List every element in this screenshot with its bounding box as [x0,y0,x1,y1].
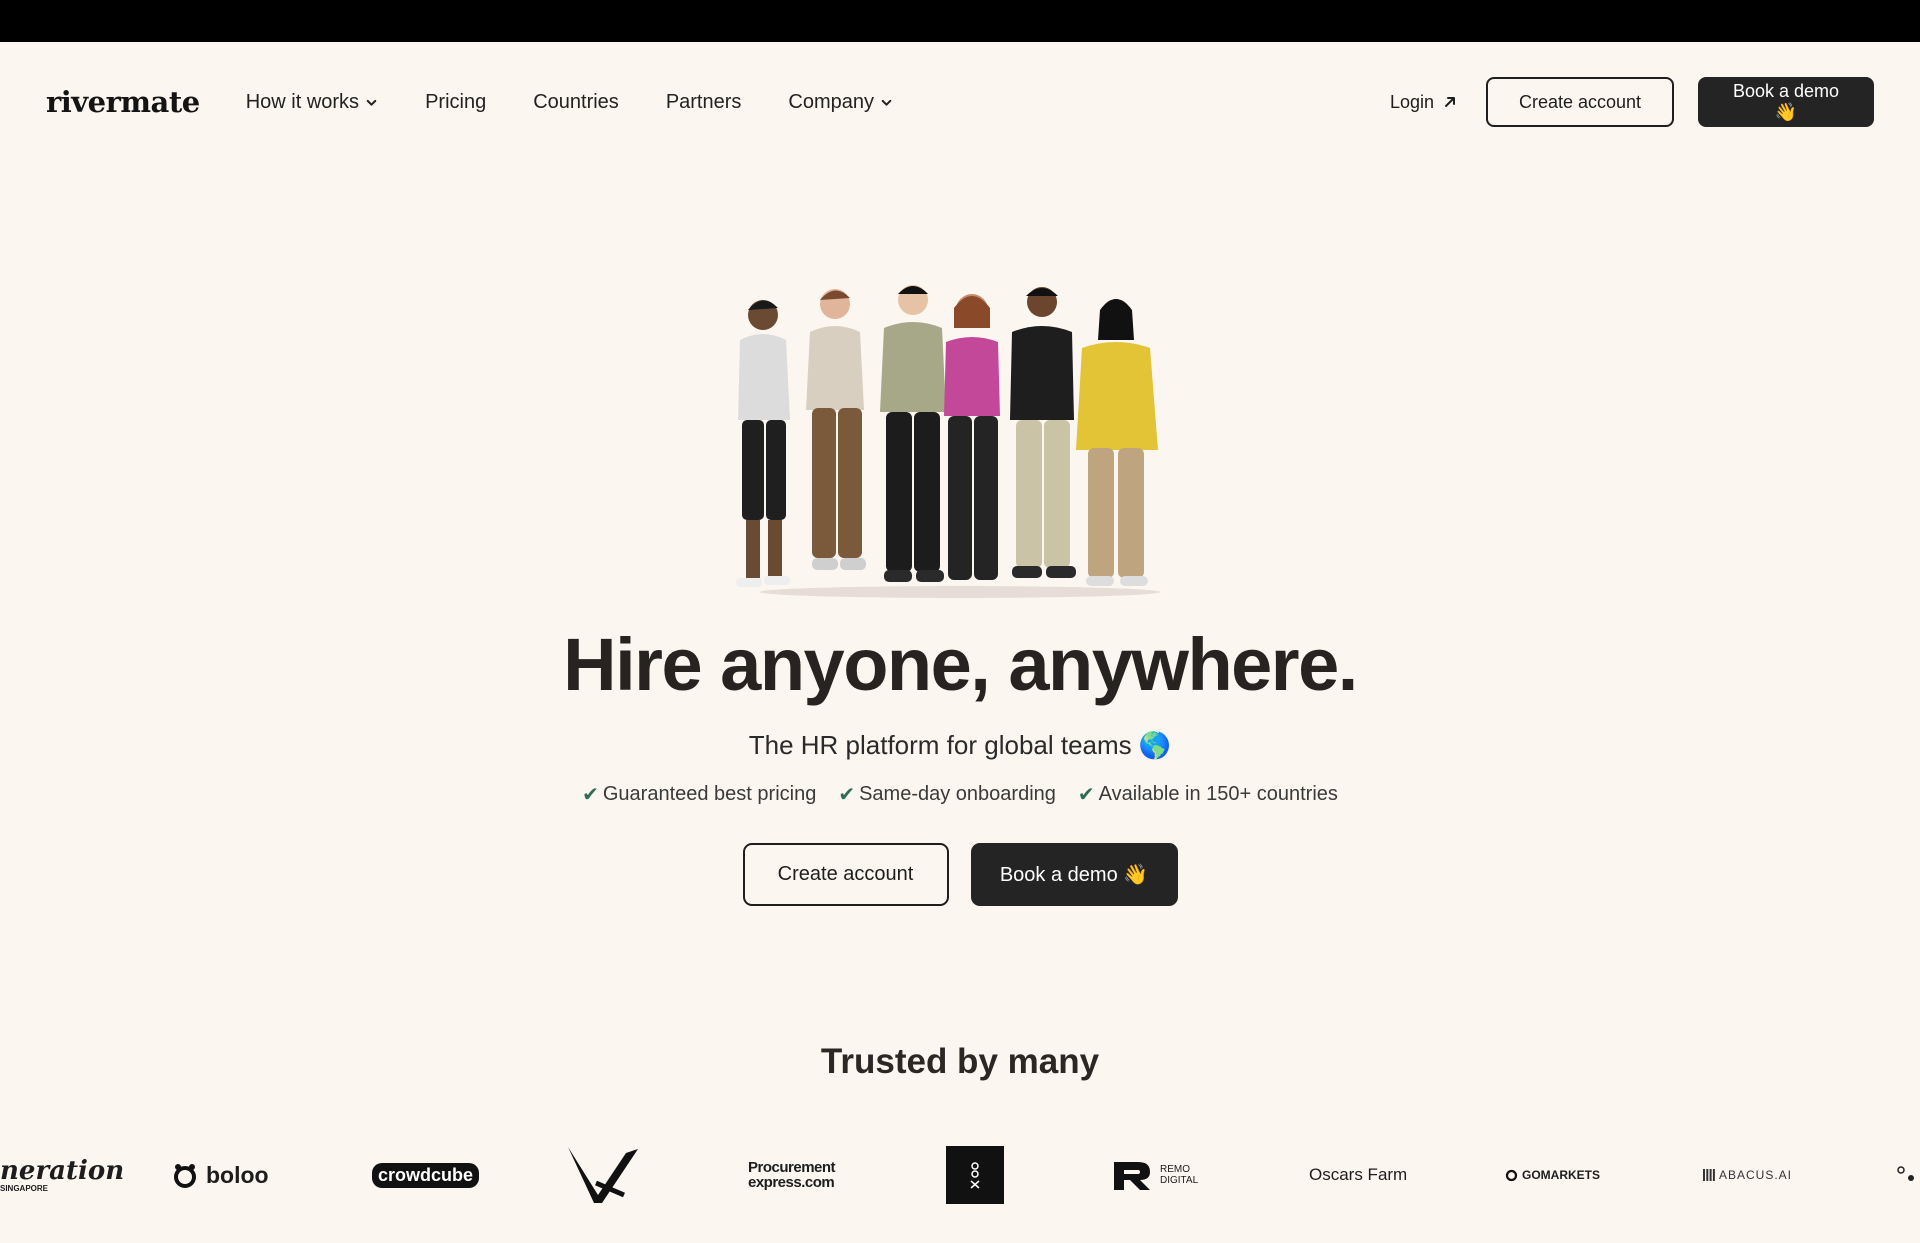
trusted-title: Trusted by many [820,1042,1100,1081]
dots-mark-icon [1897,1166,1914,1181]
nav-create-account-button[interactable]: Create account [1486,77,1674,127]
person-figure [1076,299,1158,586]
nav-countries[interactable]: Countries [533,91,619,114]
square-mark-icon [946,1146,1004,1204]
benefit-label: Guaranteed best pricing [602,783,817,805]
customer-logos-strip: neration SINGAPORE boloo crowdcube Procu… [0,1140,1920,1210]
check-icon: ✔ [838,784,856,806]
hero-book-demo-button[interactable]: Book a demo 👋 [970,843,1178,906]
gomarkets-logo-word: GOMARKETS [1522,1168,1600,1182]
nav-how-it-works[interactable]: How it works [246,91,378,114]
procurement-express-logo: Procurement express.com [748,1140,836,1210]
generation-logo-sub: SINGAPORE [0,1183,49,1193]
oscars-logo-word: Oscars Farm [1309,1165,1408,1184]
v-mark-icon [568,1147,638,1203]
person-figure [1010,287,1076,578]
remo-digital-logo: REMO DIGITAL [1110,1140,1198,1210]
hero-benefits: ✔ Guaranteed best pricing ✔ Same-day onb… [0,782,1920,807]
boloo-logo-word: boloo [206,1161,269,1188]
nav-pricing-label: Pricing [425,90,487,113]
person-figure [944,294,1000,580]
chevron-down-icon [881,99,892,106]
nav-company[interactable]: Company [788,91,893,114]
crowdcube-logo: crowdcube [372,1140,480,1210]
generation-logo-word: neration [0,1155,125,1186]
nav-company-label: Company [788,90,875,113]
arrow-up-right-icon [1445,97,1455,107]
top-navigation: rivermate How it works Pricing Countries… [0,42,1920,162]
gomarkets-logo: GOMARKETS [1505,1140,1600,1210]
person-figure [880,285,946,582]
procurement-logo-word: Procurement [748,1159,836,1176]
oscars-farm-logo: Oscars Farm [1309,1140,1407,1210]
nav-actions: Login Create account Book a demo 👋 [1390,77,1874,127]
hero-cta-row: Create account Book a demo 👋 [0,843,1920,906]
login-label: Login [1389,91,1434,112]
square-brand-logo [946,1140,1004,1210]
generation-logo: neration SINGAPORE [0,1140,124,1210]
hero-headline: Hire anyone, anywhere. [563,623,1358,706]
nav-book-demo-button[interactable]: Book a demo 👋 [1698,77,1874,127]
person-figure [806,289,866,570]
hero-create-account-button[interactable]: Create account [742,843,949,906]
boloo-mark-icon [174,1164,196,1188]
benefit-label: Same-day onboarding [859,783,1056,805]
remo-logo-text: REMO DIGITAL [1160,1164,1198,1186]
nav-partners[interactable]: Partners [666,91,742,114]
rivermate-logo[interactable]: rivermate [46,85,200,119]
procurement-logo-sub: express.com [748,1174,835,1191]
abacus-logo: ABACUS.AI [1703,1140,1792,1210]
crowdcube-logo-word: crowdcube [372,1162,480,1188]
browser-top-bar [0,0,1920,42]
nav-links: How it works Pricing Countries Partners … [246,91,893,114]
benefit-item: ✔ Guaranteed best pricing [582,782,816,807]
hero-subheadline: The HR platform for global teams 🌎 [748,730,1172,760]
v-brand-logo [566,1140,642,1210]
check-icon: ✔ [1077,784,1095,806]
nav-pricing[interactable]: Pricing [425,91,486,114]
remo-logo-word: REMO [1160,1164,1190,1175]
abacus-logo-word: ABACUS.AI [1719,1168,1793,1182]
login-link[interactable]: Login [1390,92,1458,113]
chevron-down-icon [366,99,377,106]
benefit-item: ✔ Available in 150+ countries [1078,782,1338,807]
abacus-mark-icon [1703,1169,1715,1181]
team-illustration [736,285,1160,598]
nav-how-it-works-label: How it works [245,90,360,113]
boloo-logo: boloo [172,1140,269,1210]
gomarkets-mark-icon [1505,1169,1518,1181]
remo-logo-sub: DIGITAL [1160,1175,1199,1186]
nav-countries-label: Countries [533,90,619,113]
benefit-label: Available in 150+ countries [1098,783,1338,805]
partial-logo [1896,1140,1918,1210]
person-figure [736,300,790,587]
nav-partners-label: Partners [665,90,742,113]
benefit-item: ✔ Same-day onboarding [838,782,1056,807]
remo-mark-icon [1114,1162,1150,1190]
check-icon: ✔ [582,784,599,806]
